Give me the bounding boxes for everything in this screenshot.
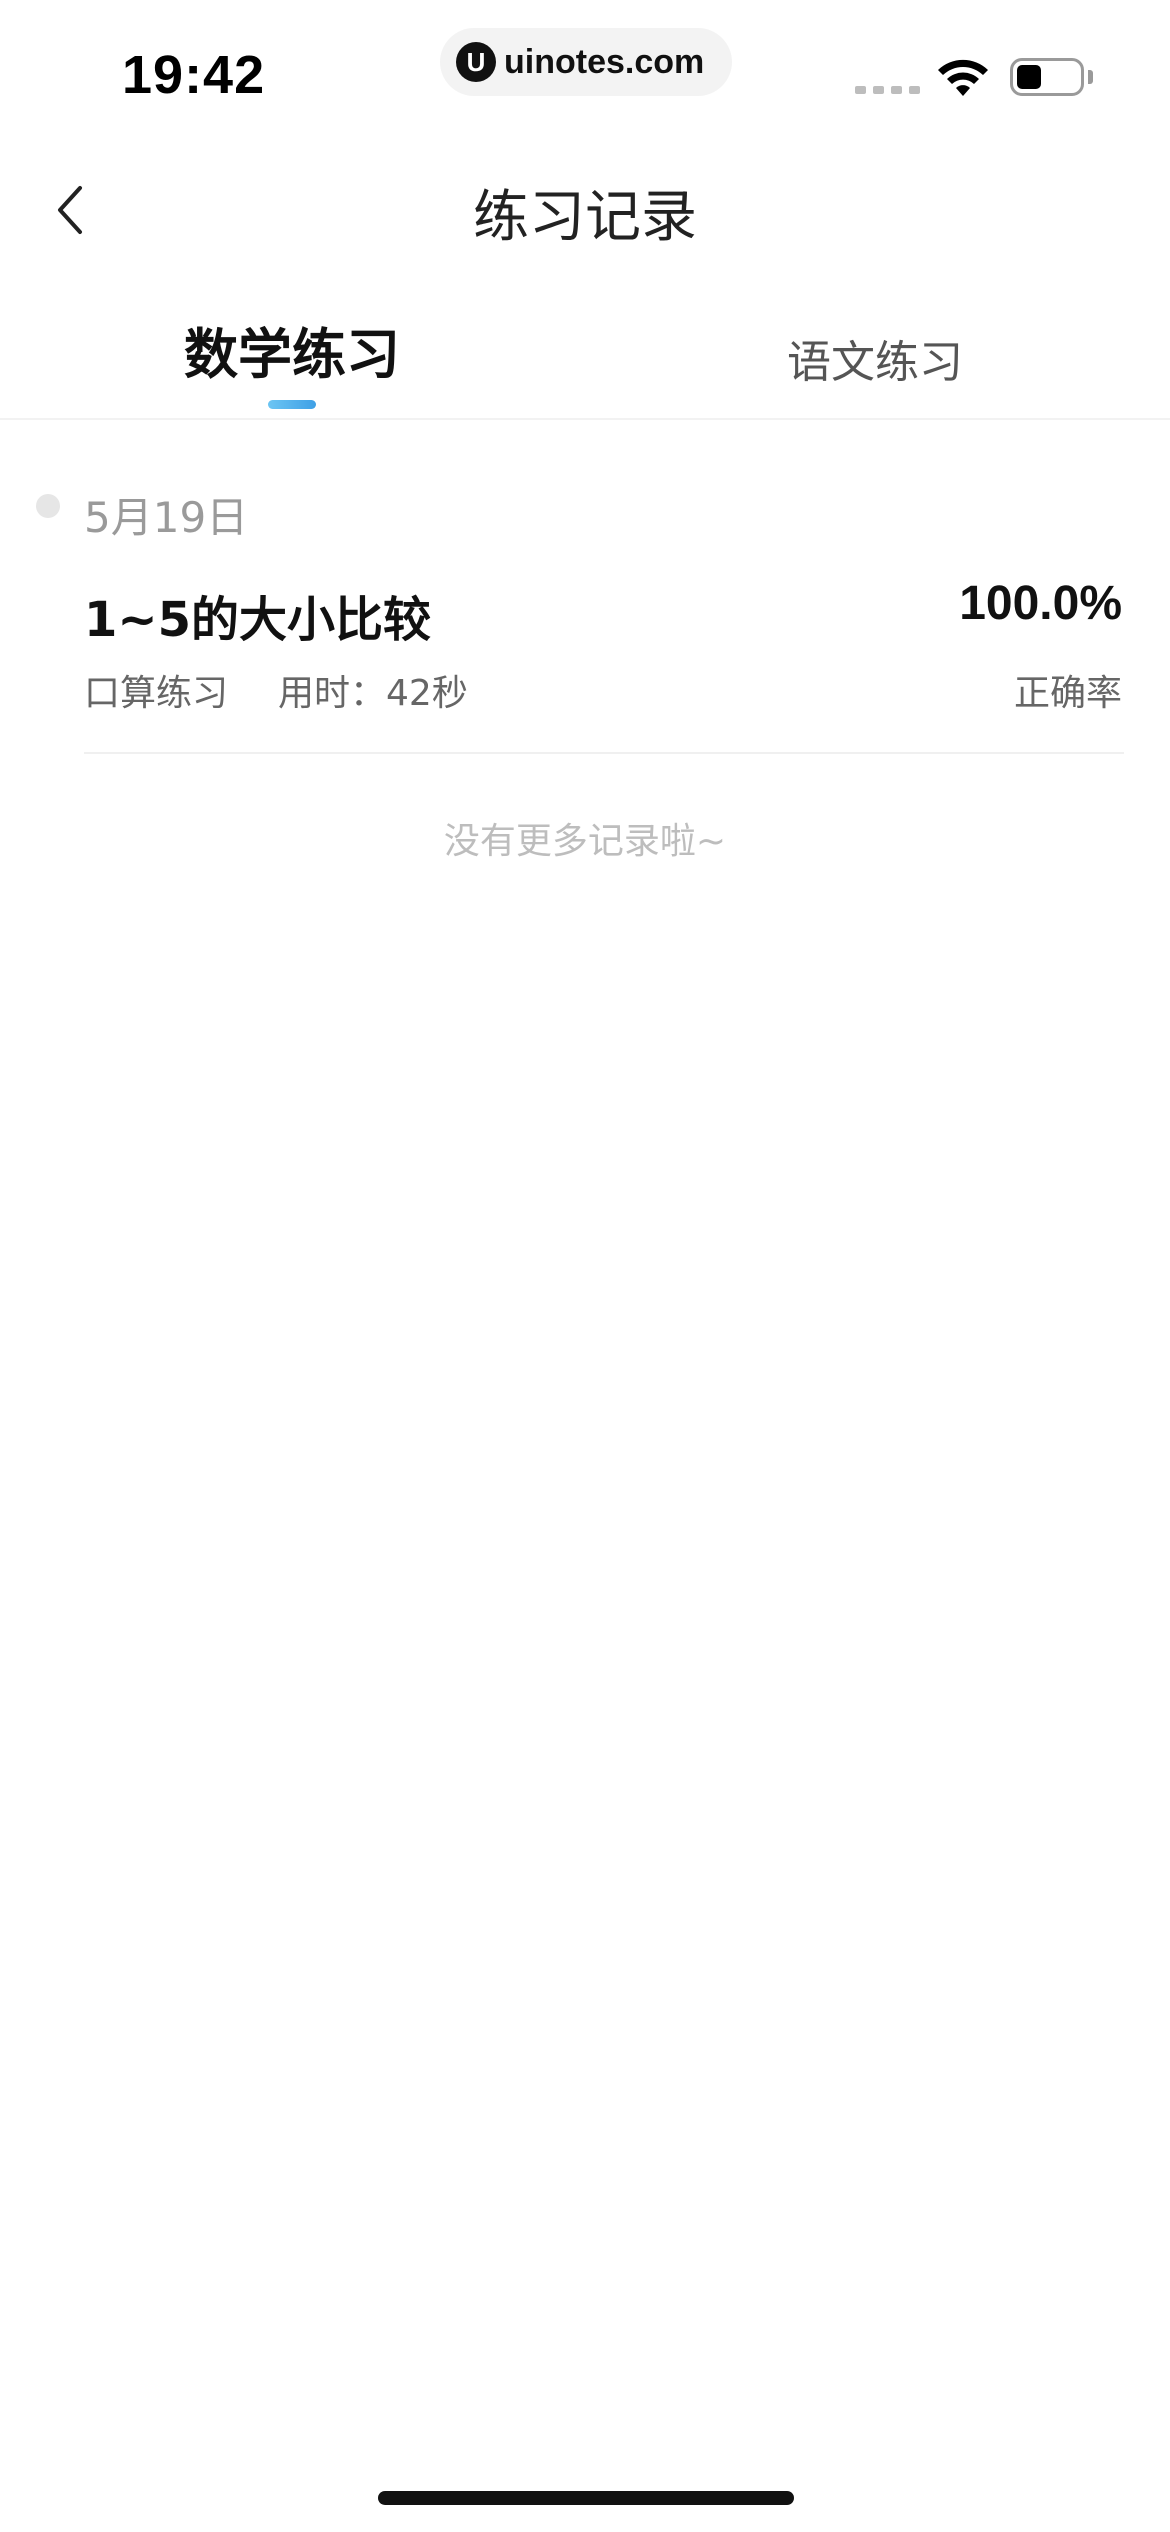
battery-icon — [1010, 58, 1084, 96]
home-indicator[interactable] — [378, 2491, 794, 2505]
record-score-label: 正确率 — [1013, 673, 1122, 714]
page-title: 练习记录 — [473, 185, 697, 250]
tab-divider — [0, 418, 1170, 420]
record-score: 100.0% — [959, 577, 1122, 630]
record-meta: 口算练习 用时：42秒 — [84, 664, 468, 716]
practice-record-screen: 19:42 U uinotes.com 练习记录 数学练习 语文练习 5月19日… — [0, 0, 1170, 2532]
active-tab-indicator — [268, 400, 316, 409]
wifi-icon — [938, 59, 988, 96]
record-date: 5月19日 — [84, 493, 249, 542]
timeline-dot — [36, 494, 60, 518]
record-title: 1~5的大小比较 — [84, 592, 432, 648]
url-text: uinotes.com — [504, 42, 705, 81]
tab-math-practice[interactable]: 数学练习 — [150, 310, 434, 389]
record-type: 口算练习 — [84, 673, 229, 714]
site-logo-icon: U — [456, 42, 496, 82]
record-duration: 用时：42秒 — [278, 673, 468, 714]
battery-cap — [1088, 70, 1093, 84]
signal-icon — [855, 86, 920, 94]
record-divider — [84, 752, 1124, 754]
status-time: 19:42 — [122, 45, 266, 105]
no-more-records-text: 没有更多记录啦~ — [443, 821, 727, 862]
url-pill[interactable]: U uinotes.com — [440, 28, 732, 96]
tab-chinese-practice[interactable]: 语文练习 — [760, 326, 990, 390]
